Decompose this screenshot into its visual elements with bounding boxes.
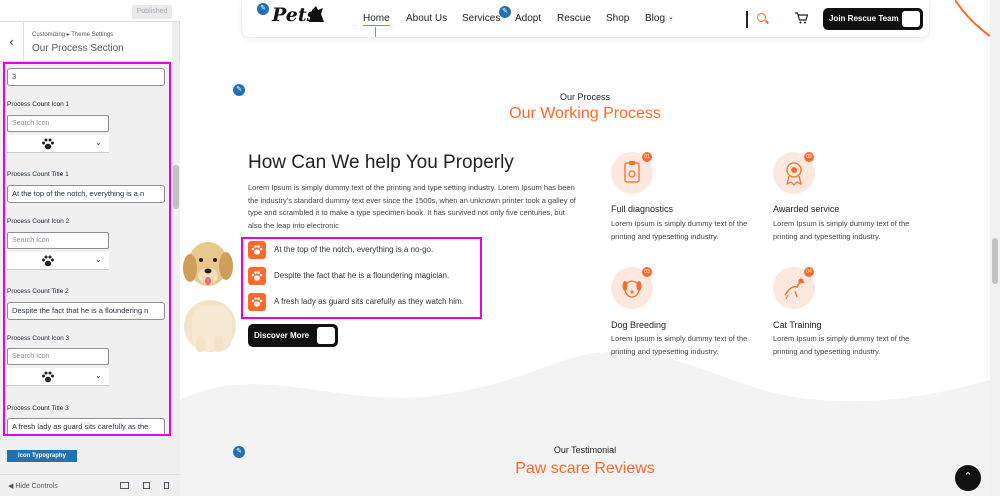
testimonial-eyebrow: Our Testimonial	[553, 445, 617, 455]
nav-services[interactable]: Services	[462, 13, 500, 24]
back-button[interactable]: ‹	[0, 22, 24, 62]
mobile-preview-icon[interactable]	[164, 482, 169, 489]
tablet-preview-icon[interactable]	[143, 482, 150, 489]
discover-label: Discover More	[254, 331, 310, 340]
customizer-footer: ◀ Hide Controls	[0, 474, 180, 496]
button-square	[317, 327, 335, 344]
button-square	[902, 11, 920, 27]
decor-curve	[955, 0, 990, 37]
service-desc: Lorem Ipsum is simply dummy text of the …	[773, 219, 910, 241]
service-title: Cat Training	[773, 320, 822, 330]
nav-shop[interactable]: Shop	[606, 13, 629, 24]
panel-scrollbar-track[interactable]	[172, 62, 180, 474]
pet-silhouette-icon	[309, 6, 324, 22]
scroll-to-top-button[interactable]: ⌃	[955, 465, 981, 491]
section-title: Our Process Section	[32, 43, 124, 54]
edit-pencil-icon[interactable]: ✎	[499, 6, 511, 18]
nav-home[interactable]: Home	[363, 13, 390, 26]
hide-controls-button[interactable]: ◀ Hide Controls	[8, 482, 58, 490]
join-rescue-team-button[interactable]: Join Rescue Team	[823, 8, 923, 30]
customizer-top-bar: Published	[0, 0, 180, 22]
panel-scrollbar-thumb[interactable]	[173, 165, 179, 209]
process-paragraph: Lorem Ipsum is simply dummy text of the …	[248, 183, 576, 230]
preview-scrollbar-thumb[interactable]	[992, 238, 998, 284]
breadcrumb: Customizing ▸ Theme Settings	[32, 32, 114, 38]
edit-pencil-icon[interactable]: ✎	[257, 3, 269, 15]
desktop-preview-icon[interactable]	[120, 482, 129, 489]
service-title: Full diagnostics	[611, 204, 674, 214]
section-header: ‹ Customizing ▸ Theme Settings Our Proce…	[0, 22, 172, 62]
service-desc: Lorem Ipsum is simply dummy text of the …	[611, 219, 748, 241]
service-desc: Lorem Ipsum is simply dummy text of the …	[611, 334, 748, 356]
nav-blog[interactable]: Blog	[645, 13, 665, 24]
icon-typography-button[interactable]: Icon Typography	[7, 450, 77, 462]
nav-adopt[interactable]: Adopt	[515, 13, 541, 24]
highlight-box	[241, 237, 482, 319]
service-desc: Lorem Ipsum is simply dummy text of the …	[773, 334, 910, 356]
nav-about[interactable]: About Us	[406, 13, 447, 24]
dog-image	[183, 242, 236, 352]
edit-pencil-icon[interactable]: ✎	[233, 446, 245, 458]
blog-chevron-icon: ⌄	[668, 14, 674, 21]
service-number: 03	[642, 267, 652, 277]
highlight-box	[3, 62, 171, 436]
discover-more-button[interactable]: Discover More	[248, 324, 338, 347]
service-title: Dog Breeding	[611, 320, 667, 330]
testimonial-heading: Paw scare Reviews	[515, 460, 655, 477]
publish-button[interactable]: Published	[132, 5, 172, 19]
process-heading: Our Working Process	[509, 105, 661, 122]
cart-icon[interactable]	[795, 12, 808, 24]
process-eyebrow: Our Process	[559, 92, 610, 102]
divider	[746, 11, 748, 28]
search-icon[interactable]	[757, 13, 766, 22]
join-label: Join Rescue Team	[829, 14, 899, 23]
service-number: 04	[804, 267, 814, 277]
service-number: 01	[642, 152, 652, 162]
edit-pencil-icon[interactable]: ✎	[233, 84, 245, 96]
service-number: 02	[804, 152, 814, 162]
process-title: How Can We help You Properly	[248, 152, 514, 173]
nav-active-marker	[375, 27, 376, 37]
nav-rescue[interactable]: Rescue	[557, 13, 591, 24]
hide-controls-label: Hide Controls	[15, 483, 58, 490]
customizer-panel: Published ‹ Customizing ▸ Theme Settings…	[0, 0, 180, 496]
service-title: Awarded service	[773, 204, 840, 214]
